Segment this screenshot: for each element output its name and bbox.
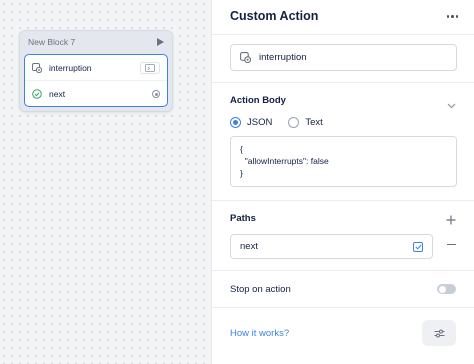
radio-json[interactable]	[230, 117, 241, 128]
paths-label: Paths	[230, 213, 256, 224]
body-format-radio-group: JSON Text	[230, 117, 339, 128]
divider	[212, 34, 474, 35]
add-path-icon[interactable]	[446, 212, 456, 230]
radio-text[interactable]	[288, 117, 300, 128]
sliders-icon	[434, 329, 445, 338]
stop-on-action-toggle[interactable]	[437, 284, 456, 294]
play-icon[interactable]	[157, 38, 164, 46]
action-body-label: Action Body	[230, 95, 286, 106]
divider	[212, 200, 474, 201]
step-next[interactable]: next	[25, 81, 167, 107]
step-code-icon	[140, 61, 160, 74]
action-name-input[interactable]: interruption	[230, 44, 457, 71]
step-label: next	[49, 89, 66, 99]
action-body-editor[interactable]: { "allowInterrupts": false }	[230, 136, 457, 187]
step-interruption[interactable]: interruption	[25, 55, 167, 81]
path-check-icon[interactable]	[413, 241, 423, 252]
chevron-down-icon[interactable]	[447, 96, 456, 114]
divider	[212, 270, 474, 271]
radio-json-label[interactable]: JSON	[247, 117, 272, 128]
path-input[interactable]: next	[230, 234, 433, 259]
code-icon	[240, 52, 251, 63]
stop-on-action-label: Stop on action	[230, 284, 291, 295]
divider	[212, 307, 474, 308]
more-options-icon[interactable]	[446, 15, 458, 18]
editor-panel: Custom Action interruption Action Body J…	[211, 0, 474, 364]
block-steps: interruption next	[24, 54, 168, 107]
settings-button[interactable]	[422, 320, 456, 346]
how-it-works-link[interactable]: How it works?	[230, 328, 289, 339]
remove-path-icon[interactable]	[447, 244, 456, 246]
divider	[212, 82, 474, 83]
action-name-value: interruption	[259, 52, 307, 63]
block-title: New Block 7	[28, 37, 76, 47]
check-circle-icon	[32, 89, 42, 99]
block-header: New Block 7	[20, 31, 172, 53]
radio-text-label[interactable]: Text	[305, 117, 322, 128]
path-value: next	[240, 241, 258, 252]
code-icon	[32, 62, 42, 73]
flow-block[interactable]: New Block 7 interruption next	[19, 30, 173, 112]
panel-title: Custom Action	[230, 9, 319, 23]
port-icon[interactable]	[152, 90, 160, 98]
flow-canvas[interactable]: New Block 7 interruption next	[0, 0, 211, 364]
step-label: interruption	[49, 62, 92, 73]
